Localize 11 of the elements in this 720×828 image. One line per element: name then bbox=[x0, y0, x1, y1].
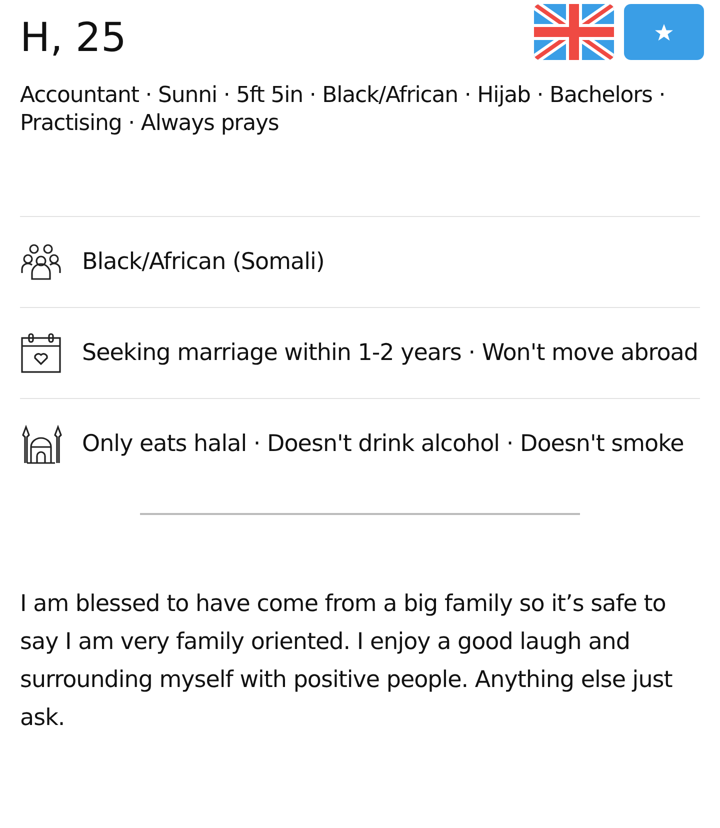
star-flag-icon bbox=[624, 4, 704, 60]
calendar-heart-icon bbox=[20, 332, 62, 374]
detail-text: Seeking marriage within 1-2 years · Won't move abroad bbox=[82, 339, 698, 368]
detail-text: Black/African (Somali) bbox=[82, 248, 324, 277]
people-icon bbox=[20, 241, 62, 283]
union-flag-icon bbox=[534, 4, 614, 60]
mosque-icon bbox=[20, 423, 62, 465]
bio-text: I am blessed to have come from a big family so it’s safe to say I am very family oriented. I enjoy a good laugh and surrounding myself with positive people. Anything else just ask. bbox=[20, 590, 674, 733]
detail-text: Only eats halal · Doesn't drink alcohol · Doesn't smoke bbox=[82, 430, 684, 459]
profile-title: H, 25 bbox=[20, 14, 126, 63]
profile-summary: Accountant · Sunni · 5ft 5in · Black/African · Hijab · Bachelors · Practising · Always prays bbox=[20, 82, 666, 138]
